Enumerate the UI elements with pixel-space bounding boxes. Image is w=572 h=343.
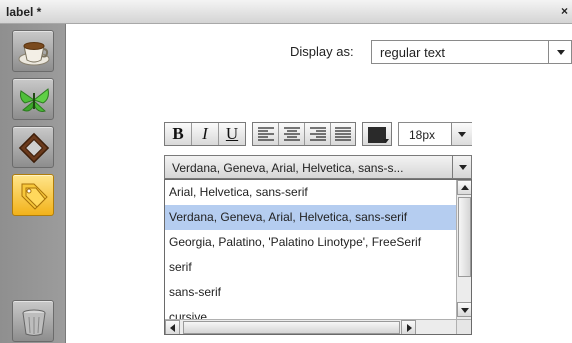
align-left-button[interactable] <box>253 123 279 145</box>
font-option[interactable]: serif <box>165 255 456 280</box>
font-size-select[interactable]: 18px <box>398 122 472 146</box>
horizontal-scrollbar[interactable] <box>165 319 456 334</box>
text-style-group: B I U <box>164 122 246 146</box>
align-justify-button[interactable] <box>331 123 355 145</box>
align-right-button[interactable] <box>305 123 331 145</box>
chevron-down-icon[interactable] <box>452 156 472 178</box>
sidebar-item-frame[interactable] <box>12 126 54 168</box>
align-center-icon <box>284 127 300 141</box>
display-as-select[interactable]: regular text <box>371 40 572 64</box>
font-option[interactable]: Verdana, Geneva, Arial, Helvetica, sans-… <box>165 205 456 230</box>
align-justify-icon <box>335 127 351 141</box>
font-family-dropdown: Arial, Helvetica, sans-serif Verdana, Gen… <box>164 179 472 335</box>
horizontal-scroll-thumb[interactable] <box>183 321 400 334</box>
scroll-up-button[interactable] <box>457 180 471 195</box>
picture-frame-icon <box>18 132 50 164</box>
butterfly-icon <box>20 88 49 112</box>
chevron-down-icon <box>383 139 389 143</box>
vertical-scroll-thumb[interactable] <box>458 197 471 277</box>
trash-button[interactable] <box>12 300 54 342</box>
underline-button[interactable]: U <box>219 123 245 145</box>
bold-button[interactable]: B <box>165 123 192 145</box>
display-as-value: regular text <box>380 45 446 60</box>
font-option[interactable]: Georgia, Palatino, 'Palatino Linotype', … <box>165 230 456 255</box>
alignment-group <box>252 122 356 146</box>
align-left-icon <box>258 127 274 141</box>
scroll-corner <box>456 319 471 334</box>
sidebar-item-tags[interactable] <box>12 174 54 216</box>
text-color-button[interactable] <box>362 122 392 146</box>
align-right-icon <box>310 127 326 141</box>
scroll-left-button[interactable] <box>165 320 180 334</box>
align-center-button[interactable] <box>279 123 305 145</box>
price-tags-icon <box>21 183 48 210</box>
close-icon[interactable]: × <box>561 4 568 18</box>
scroll-down-button[interactable] <box>457 302 471 317</box>
font-family-select[interactable]: Verdana, Geneva, Arial, Helvetica, sans-… <box>164 155 472 179</box>
font-option[interactable]: sans-serif <box>165 280 456 305</box>
coffee-cup-icon <box>18 42 50 66</box>
italic-button[interactable]: I <box>192 123 219 145</box>
window-title: label * <box>6 5 42 19</box>
font-size-value: 18px <box>409 128 436 142</box>
vertical-scrollbar[interactable] <box>456 180 471 319</box>
display-as-label: Display as: <box>290 44 354 59</box>
sidebar-item-butterfly[interactable] <box>12 78 54 120</box>
chevron-down-icon[interactable] <box>548 41 572 63</box>
scroll-right-button[interactable] <box>401 320 416 334</box>
font-family-value: Verdana, Geneva, Arial, Helvetica, sans-… <box>172 161 404 175</box>
chevron-down-icon[interactable] <box>451 123 472 145</box>
title-bar: label * × <box>0 0 572 24</box>
trash-bin-icon <box>22 309 46 336</box>
sidebar <box>0 24 66 343</box>
sidebar-item-coffee[interactable] <box>12 30 54 72</box>
font-option[interactable]: Arial, Helvetica, sans-serif <box>165 180 456 205</box>
